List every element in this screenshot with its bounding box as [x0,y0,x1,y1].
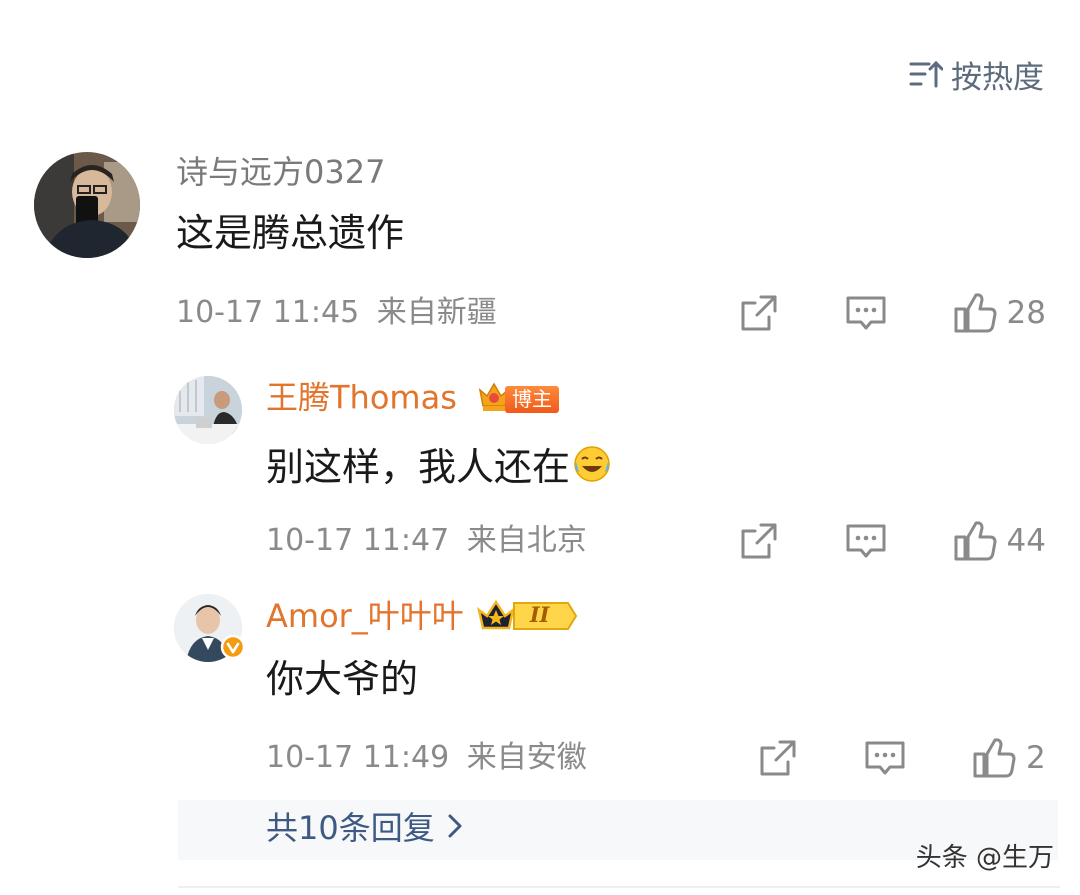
watermark: 头条 @生万 [915,843,1054,873]
reply-location: 来自北京 [466,523,587,558]
like-count: 2 [1026,740,1046,776]
reply-actions: 44 [739,519,1046,563]
member-level-badge: II [476,598,578,634]
share-icon[interactable] [739,293,779,333]
sort-by-popularity-button[interactable]: 按热度 [909,52,1044,96]
reply-location: 来自安徽 [466,740,587,775]
blogger-badge: 博主 [477,380,560,419]
comment-username[interactable]: 诗与远方0327 [176,156,385,188]
reply-actions: 2 [758,736,1046,780]
reply-icon[interactable] [845,521,887,561]
reply-username-text[interactable]: 王腾Thomas [266,379,457,417]
reply-username: Amor_叶叶叶 II [266,598,578,634]
reply-icon[interactable] [864,738,906,778]
reply-text-content: 别这样，我人还在 [266,445,571,489]
verified-badge-icon [220,634,246,664]
sort-label: 按热度 [951,59,1044,96]
avatar[interactable] [174,594,246,662]
like-icon[interactable] [972,737,1016,779]
comment-text: 这是腾总遗作 [176,211,405,255]
blogger-label: 博主 [505,386,560,413]
member-level: II [529,602,550,627]
like-count: 44 [1006,523,1046,559]
sort-icon [909,59,943,89]
more-replies-label: 共10条回复 [266,809,435,847]
avatar[interactable] [174,376,242,444]
reply-text: 你大爷的 [266,657,419,701]
comment-meta: 10-17 11:45 来自新疆 [176,298,497,328]
reply-username-text[interactable]: Amor_叶叶叶 [266,600,464,632]
divider [178,886,1060,888]
laugh-cry-emoji-icon [572,444,612,490]
like-icon[interactable] [953,520,997,562]
share-icon[interactable] [739,521,779,561]
like-count: 28 [1006,295,1046,331]
reply-time: 10-17 11:49 [266,740,450,775]
comment-time: 10-17 11:45 [176,295,360,330]
reply-meta: 10-17 11:49 来自安徽 [266,743,587,773]
view-more-replies-link[interactable]: 共10条回复 [266,812,463,844]
reply-text: 别这样，我人还在 [266,444,612,490]
reply-username: 王腾Thomas 博主 [266,379,560,419]
share-icon[interactable] [758,738,798,778]
comment-location: 来自新疆 [376,295,497,330]
chevron-right-icon [447,812,463,844]
reply-time: 10-17 11:47 [266,523,450,558]
reply-meta: 10-17 11:47 来自北京 [266,526,587,556]
reply-icon[interactable] [845,293,887,333]
like-icon[interactable] [953,292,997,334]
comment-actions: 28 [739,291,1046,335]
avatar[interactable] [34,152,140,258]
